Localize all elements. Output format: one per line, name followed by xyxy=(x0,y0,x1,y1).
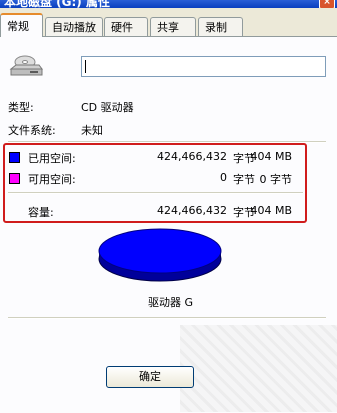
tab-general[interactable]: 常规 xyxy=(0,13,43,37)
tab-strip: 常规 自动播放 硬件 共享 录制 xyxy=(0,13,337,37)
used-space-size: 404 MB xyxy=(250,150,292,163)
text-caret xyxy=(85,60,86,73)
used-space-bytes: 424,466,432 xyxy=(157,150,227,163)
disk-usage-pie xyxy=(98,228,222,282)
capacity-bytes: 424,466,432 xyxy=(157,204,227,217)
tab-hardware[interactable]: 硬件 xyxy=(104,17,148,36)
free-space-swatch xyxy=(9,173,20,184)
tab-recording[interactable]: 录制 xyxy=(198,17,243,36)
close-button[interactable]: × xyxy=(319,0,335,8)
file-system-value: 未知 xyxy=(81,124,103,137)
free-space-bytes: 0 xyxy=(220,171,227,184)
title-bar: 本地磁盘 (G:) 属性 × xyxy=(0,0,337,8)
bottom-divider xyxy=(8,317,326,319)
tab-sharing[interactable]: 共享 xyxy=(150,17,196,36)
cd-drive-icon xyxy=(9,55,43,76)
type-label: 类型: xyxy=(8,101,34,114)
capacity-divider xyxy=(8,192,303,194)
type-value: CD 驱动器 xyxy=(81,101,134,114)
volume-name-input[interactable] xyxy=(81,56,326,77)
pie-used-slice xyxy=(98,228,222,274)
ok-button[interactable]: 确定 xyxy=(106,366,194,388)
file-system-label: 文件系统: xyxy=(8,124,56,137)
free-space-size: 0 字节 xyxy=(259,173,293,186)
free-space-label: 可用空间: xyxy=(28,173,76,186)
drive-label: 驱动器 G xyxy=(147,296,194,309)
capacity-label: 容量: xyxy=(28,206,54,219)
tab-autoplay[interactable]: 自动播放 xyxy=(45,17,103,36)
used-space-swatch xyxy=(9,152,20,163)
capacity-size: 404 MB xyxy=(250,204,292,217)
watermark-overlay xyxy=(180,325,337,412)
used-space-label: 已用空间: xyxy=(28,152,76,165)
window-title: 本地磁盘 (G:) 属性 xyxy=(4,0,110,8)
